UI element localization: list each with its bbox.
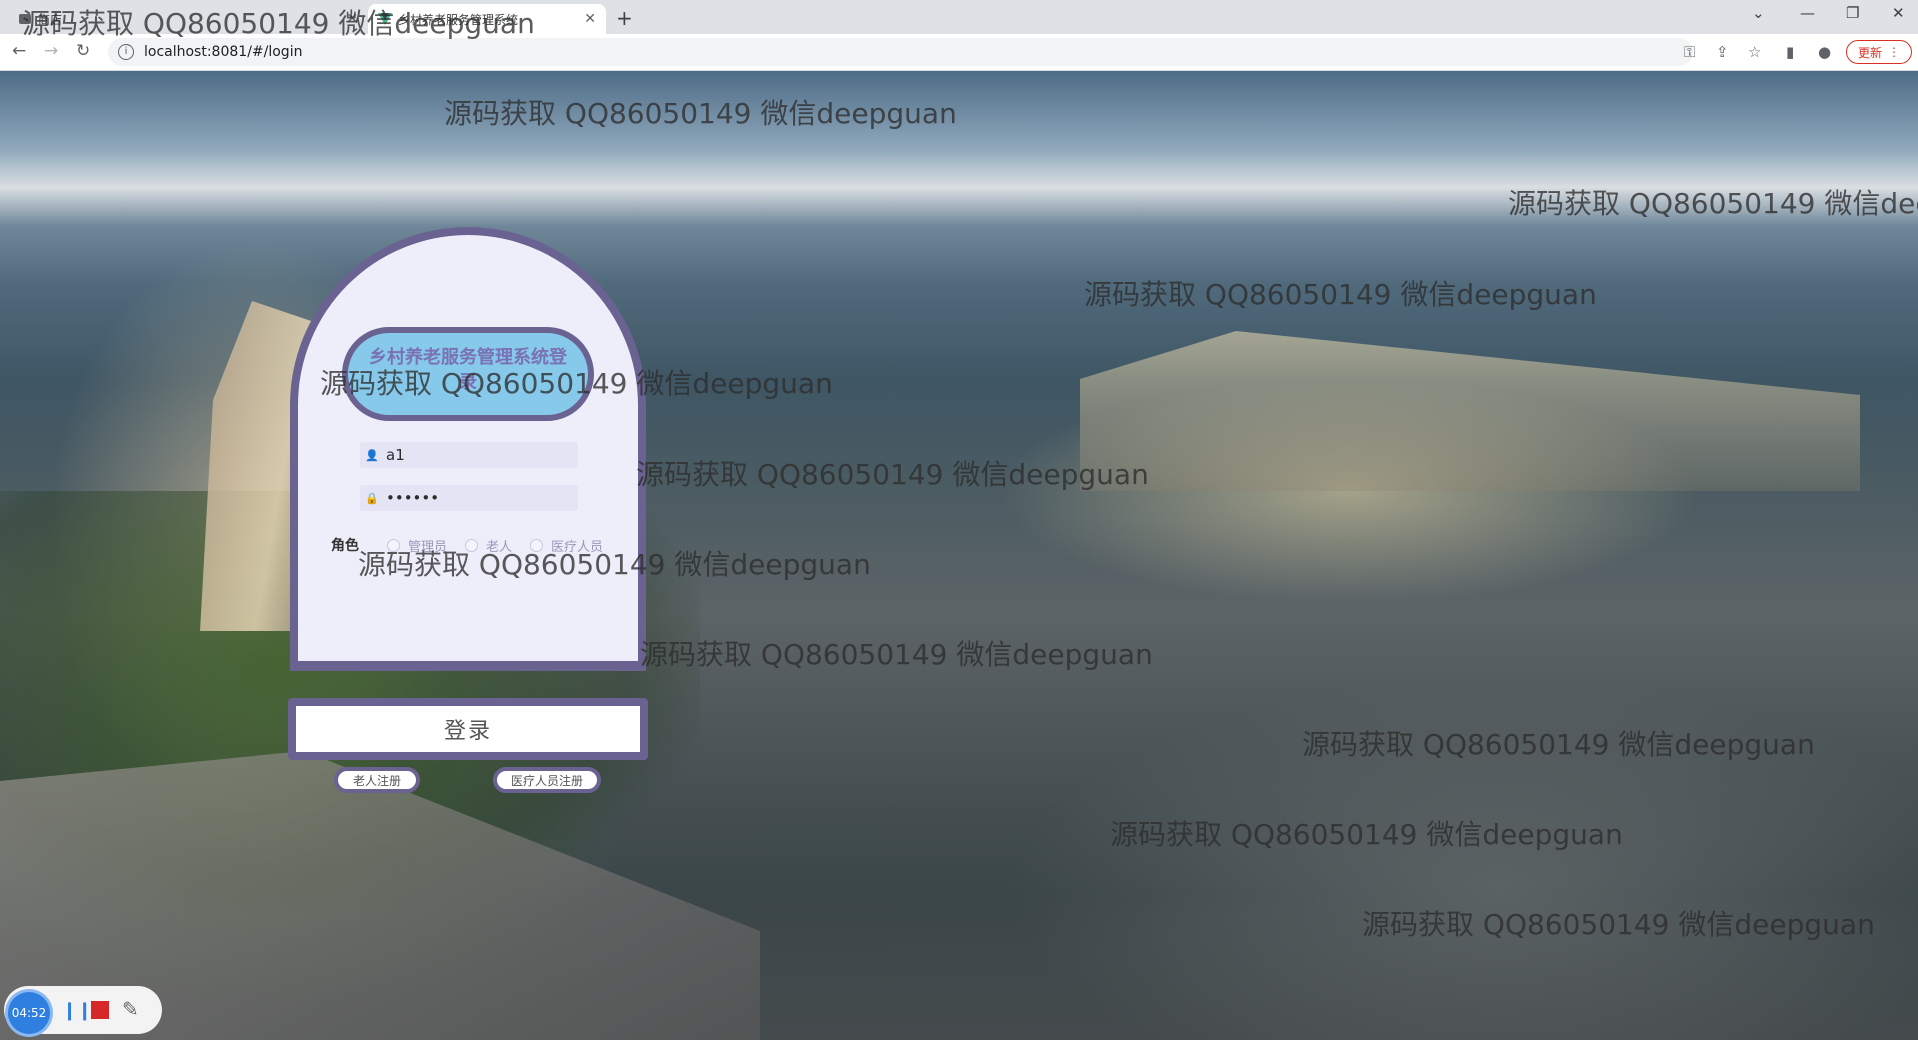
side-panel-icon[interactable]: ▮ [1786, 43, 1794, 61]
minimize-icon[interactable]: — [1800, 4, 1815, 22]
url-text: localhost:8081/#/login [144, 44, 303, 60]
tab-login-title: 乡村养老服务管理系统 [398, 12, 519, 27]
role-radio-medical[interactable]: 医疗人员 [530, 536, 603, 555]
restore-icon[interactable]: ❐ [1846, 4, 1859, 22]
tab-store[interactable]: 商店 ✕ [8, 4, 368, 34]
password-value: •••••• [386, 489, 440, 507]
screen: 商店 ✕ 乡村养老服务管理系统 ✕ + ⌄ — ❐ ✕ ← → ↻ i loca… [0, 0, 1918, 1040]
register-medical-button[interactable]: 医疗人员注册 [493, 767, 601, 793]
forward-arrow-icon[interactable]: → [44, 41, 58, 61]
update-label: 更新 [1857, 45, 1882, 60]
role-radio-elder[interactable]: 老人 [465, 536, 512, 555]
store-tab-icon [19, 14, 31, 24]
more-vert-icon: ⋮ [1888, 45, 1900, 59]
update-button[interactable]: 更新 ⋮ [1846, 40, 1912, 64]
password-field[interactable]: 🔒 •••••• [360, 485, 578, 511]
profile-avatar-icon[interactable]: ● [1818, 43, 1831, 61]
stop-icon[interactable] [91, 1001, 109, 1019]
role-option-label: 管理员 [408, 539, 448, 555]
role-label: 角色 [331, 538, 359, 554]
login-button[interactable]: 登录 [288, 698, 648, 760]
tab-login[interactable]: 乡村养老服务管理系统 ✕ [368, 4, 606, 34]
radio-circle-icon [530, 538, 544, 552]
share-icon[interactable]: ⇪ [1716, 43, 1729, 61]
lock-icon: 🔒 [365, 491, 379, 505]
radio-circle-icon [387, 538, 400, 552]
user-icon: 👤 [365, 448, 379, 462]
site-info-icon[interactable]: i [118, 44, 134, 60]
close-icon[interactable]: ✕ [346, 11, 358, 27]
radio-circle-icon [465, 538, 479, 552]
browser-toolbar: ← → ↻ i localhost:8081/#/login ⚿ ⇪ ☆ ▮ ●… [0, 34, 1918, 71]
register-elder-button[interactable]: 老人注册 [334, 767, 420, 793]
login-page-background [0, 71, 1918, 1040]
browser-tab-strip: 商店 ✕ 乡村养老服务管理系统 ✕ + ⌄ — ❐ ✕ [0, 0, 1918, 34]
tab-store-title: 商店 [38, 12, 63, 27]
reload-icon[interactable]: ↻ [76, 41, 90, 61]
role-option-label: 医疗人员 [551, 539, 604, 555]
close-icon[interactable]: ✕ [584, 11, 596, 27]
tab-search-icon[interactable]: ⌄ [1752, 4, 1765, 22]
address-bar[interactable]: i localhost:8081/#/login [108, 38, 1693, 66]
role-selector: 角色 管理员 老人 医疗人员 [331, 535, 621, 555]
window-close-icon[interactable]: ✕ [1892, 4, 1905, 22]
new-tab-button[interactable]: + [616, 6, 633, 30]
bookmark-star-icon[interactable]: ☆ [1748, 43, 1761, 61]
role-option-label: 老人 [486, 539, 513, 555]
recorder-timer: 04:52 [8, 992, 50, 1034]
vue-logo-icon [378, 13, 392, 25]
role-radio-admin[interactable]: 管理员 [387, 536, 447, 555]
pen-icon[interactable]: ✎ [122, 997, 139, 1021]
username-field[interactable]: 👤 a1 [360, 442, 578, 468]
pause-icon[interactable]: ❙❙ [62, 1000, 92, 1021]
background-sunlit-ridge [1080, 331, 1860, 491]
key-icon[interactable]: ⚿ [1684, 43, 1695, 61]
system-title: 乡村养老服务管理系统登录 [342, 327, 594, 421]
back-arrow-icon[interactable]: ← [12, 41, 26, 61]
username-value: a1 [386, 446, 405, 464]
